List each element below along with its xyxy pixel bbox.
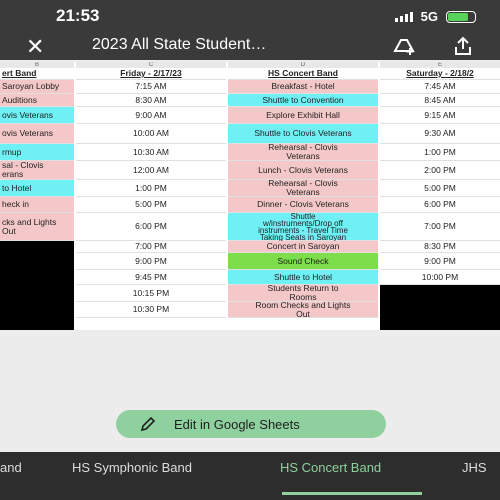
table-cell[interactable]: 6:00 PM xyxy=(380,197,500,213)
table-cell[interactable]: 10:15 PM xyxy=(76,285,226,302)
table-cell[interactable]: 5:00 PM xyxy=(380,180,500,197)
table-cell[interactable]: 8:30 PM xyxy=(380,241,500,253)
network-label: 5G xyxy=(420,9,438,24)
table-cell[interactable]: 5:00 PM xyxy=(76,197,226,213)
add-to-drive-icon[interactable] xyxy=(392,35,416,62)
tab-partial-left[interactable]: and xyxy=(0,460,22,475)
table-cell[interactable]: ovis Veterans xyxy=(0,107,74,124)
table-cell[interactable]: 1:00 PM xyxy=(76,180,226,197)
tab-hs-concert-band[interactable]: HS Concert Band xyxy=(280,460,381,475)
status-bar: 21:53 5G xyxy=(0,0,500,32)
status-time: 21:53 xyxy=(56,6,100,25)
tab-jhs[interactable]: JHS xyxy=(462,460,487,475)
table-cell[interactable]: 7:15 AM xyxy=(76,80,226,94)
active-tab-indicator xyxy=(282,492,422,495)
table-cell[interactable]: to Hotel xyxy=(0,180,74,197)
table-cell[interactable]: heck in xyxy=(0,197,74,213)
table-cell[interactable]: 9:45 PM xyxy=(76,270,226,285)
column-e-header[interactable]: Saturday - 2/18/2 xyxy=(380,68,500,80)
blank-cells xyxy=(0,241,74,330)
table-cell[interactable]: Shuttle to Clovis Veterans xyxy=(228,124,378,144)
table-cell[interactable]: 9:00 PM xyxy=(380,253,500,270)
status-indicators: 5G xyxy=(394,9,476,24)
table-cell[interactable]: 9:00 PM xyxy=(76,253,226,270)
table-cell[interactable]: 6:00 PM xyxy=(76,213,226,241)
table-cell[interactable]: Rehearsal - Clovis Veterans xyxy=(228,143,378,161)
table-cell[interactable]: 9:15 AM xyxy=(380,107,500,124)
battery-icon xyxy=(446,10,476,23)
close-icon[interactable]: ✕ xyxy=(26,34,44,60)
table-cell[interactable]: Sound Check xyxy=(228,253,378,270)
table-cell[interactable]: 1:00 PM xyxy=(380,144,500,161)
signal-icon xyxy=(394,11,413,22)
table-cell[interactable]: ovis Veterans xyxy=(0,124,74,144)
table-cell[interactable]: Dinner - Clovis Veterans xyxy=(228,197,378,213)
table-cell[interactable]: Shuttle to Convention xyxy=(228,94,378,107)
table-cell[interactable]: 7:00 PM xyxy=(380,213,500,241)
table-cell[interactable]: Auditions xyxy=(0,94,74,107)
share-icon[interactable] xyxy=(452,35,474,62)
table-cell[interactable]: 10:30 AM xyxy=(76,144,226,161)
column-d-header[interactable]: HS Concert Band xyxy=(228,68,378,80)
column-b-header[interactable]: ert Band xyxy=(0,68,74,80)
table-cell[interactable]: sal - Clovis erans xyxy=(0,161,74,180)
table-cell[interactable]: 10:30 PM xyxy=(76,302,226,318)
blank-cells xyxy=(380,285,500,330)
tab-hs-symphonic-band[interactable]: HS Symphonic Band xyxy=(72,460,192,475)
edit-in-google-sheets-button[interactable]: Edit in Google Sheets xyxy=(116,410,386,438)
spreadsheet[interactable]: B C D E ert Band Saroyan Lobby Auditions… xyxy=(0,62,500,330)
table-cell[interactable]: 8:45 AM xyxy=(380,94,500,107)
edit-button-label: Edit in Google Sheets xyxy=(174,416,300,432)
table-cell[interactable]: Shuttle w/instruments/Drop off instrumen… xyxy=(228,212,378,241)
table-cell[interactable]: Saroyan Lobby xyxy=(0,80,74,94)
table-cell[interactable]: Concert in Saroyan xyxy=(228,241,378,253)
table-cell[interactable]: 9:30 AM xyxy=(380,124,500,144)
pencil-icon xyxy=(140,416,156,432)
table-cell[interactable]: Explore Exhibit Hall xyxy=(228,107,378,124)
table-cell[interactable]: rmup xyxy=(0,144,74,161)
table-cell[interactable]: Breakfast - Hotel xyxy=(228,80,378,94)
table-cell[interactable]: 8:30 AM xyxy=(76,94,226,107)
table-cell[interactable]: 9:00 AM xyxy=(76,107,226,124)
table-cell[interactable]: 2:00 PM xyxy=(380,161,500,180)
table-cell[interactable]: 7:45 AM xyxy=(380,80,500,94)
table-cell[interactable]: cks and Lights Out xyxy=(0,213,74,241)
table-cell[interactable]: 12:00 AM xyxy=(76,161,226,180)
table-cell[interactable]: Rehearsal - Clovis Veterans xyxy=(228,179,378,197)
column-c-header[interactable]: Friday - 2/17/23 xyxy=(76,68,226,80)
title-bar: ✕ 2023 All State Student… xyxy=(0,32,500,60)
table-cell[interactable]: Room Checks and Lights Out xyxy=(228,300,378,318)
document-title: 2023 All State Student… xyxy=(92,36,267,53)
table-cell[interactable]: 7:00 PM xyxy=(76,241,226,253)
table-cell[interactable]: 10:00 PM xyxy=(380,270,500,285)
sheet-tabs: and HS Symphonic Band HS Concert Band JH… xyxy=(0,452,500,500)
table-cell[interactable]: 10:00 AM xyxy=(76,124,226,144)
